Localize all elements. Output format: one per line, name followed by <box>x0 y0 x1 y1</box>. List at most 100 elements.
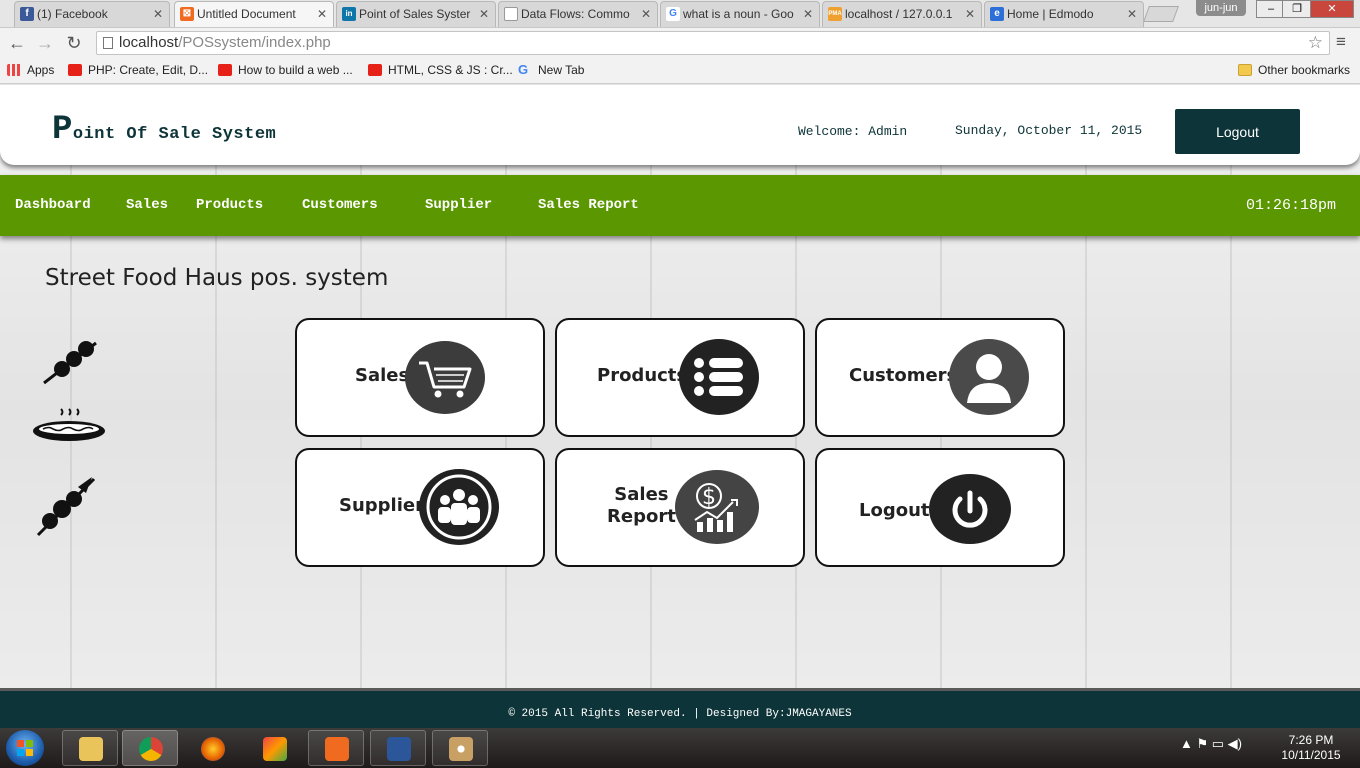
bookmark-label: HTML, CSS & JS : Cr... <box>388 63 513 77</box>
taskbar-word[interactable] <box>370 730 426 766</box>
power-icon <box>929 474 1011 544</box>
tile-products[interactable]: Products <box>555 318 805 437</box>
tile-label: Supplier <box>339 495 424 516</box>
logout-button[interactable]: Logout <box>1175 109 1300 154</box>
system-clock[interactable]: 7:26 PM 10/11/2015 <box>1276 733 1346 763</box>
bookmark-apps[interactable]: Apps <box>7 63 54 77</box>
word-icon <box>387 737 411 761</box>
user-icon <box>949 339 1029 415</box>
address-bar[interactable]: localhost/POSsystem/index.php ☆ <box>96 31 1330 55</box>
nav-supplier[interactable]: Supplier <box>425 197 492 213</box>
phpmyadmin-icon: PMA <box>828 7 842 21</box>
youtube-icon <box>218 64 232 76</box>
close-icon[interactable]: ✕ <box>965 2 975 26</box>
close-icon[interactable]: ✕ <box>479 2 489 26</box>
palette-icon <box>449 737 473 761</box>
xampp-icon <box>325 737 349 761</box>
bookmark-label: New Tab <box>538 63 585 77</box>
tab-phpmyadmin[interactable]: PMA localhost / 127.0.0.1 ✕ <box>822 1 982 27</box>
page-icon <box>504 7 518 21</box>
bookmark-new-tab[interactable]: G New Tab <box>518 63 584 77</box>
taskbar-firefox[interactable] <box>184 730 240 766</box>
nav-clock: 01:26:18pm <box>1246 197 1337 214</box>
bookmark-label: Other bookmarks <box>1258 63 1351 77</box>
tile-logout[interactable]: Logout <box>815 448 1065 567</box>
menu-icon[interactable]: ≡ <box>1336 32 1346 52</box>
maximize-button[interactable]: ❐ <box>1282 0 1312 18</box>
new-tab-button[interactable] <box>1143 6 1179 22</box>
url-path: /POSsystem/index.php <box>178 34 331 51</box>
close-icon[interactable]: ✕ <box>317 2 327 26</box>
profile-badge[interactable]: jun-jun <box>1196 0 1246 16</box>
back-arrow-icon[interactable]: ← <box>6 32 28 54</box>
tab-title: Point of Sales Syster <box>359 7 471 21</box>
tab-point-of-sales[interactable]: in Point of Sales Syster ✕ <box>336 1 496 27</box>
nav-sales-report[interactable]: Sales Report <box>538 197 639 213</box>
youtube-icon <box>368 64 382 76</box>
paint-icon <box>263 737 287 761</box>
tab-title: Home | Edmodo <box>1007 7 1094 21</box>
brand-logo[interactable]: Point Of Sale System <box>52 111 276 149</box>
nav-products[interactable]: Products <box>196 197 263 213</box>
start-button[interactable] <box>6 730 44 766</box>
tile-label: Products <box>597 365 688 386</box>
tab-title: what is a noun - Goo <box>683 7 794 21</box>
edmodo-icon: e <box>990 7 1004 21</box>
close-icon[interactable]: ✕ <box>641 2 651 26</box>
tab-title: Untitled Document <box>197 7 296 21</box>
tile-label: Logout <box>859 500 930 521</box>
tray-icons[interactable]: ▲ ⚑ ▭ ◀) <box>1180 736 1242 752</box>
tab-data-flows[interactable]: Data Flows: Commo ✕ <box>498 1 658 27</box>
nav-customers[interactable]: Customers <box>302 197 378 213</box>
bookmark-php-create[interactable]: PHP: Create, Edit, D... <box>68 63 208 77</box>
tile-customers[interactable]: Customers <box>815 318 1065 437</box>
xampp-icon: ⊠ <box>180 7 194 21</box>
list-icon <box>679 339 759 415</box>
tile-label-line: Report <box>607 506 676 527</box>
site-footer: © 2015 All Rights Reserved. | Designed B… <box>0 688 1360 728</box>
taskbar-paint-app[interactable] <box>246 730 302 766</box>
tab-untitled-document[interactable]: ⊠ Untitled Document ✕ <box>174 1 334 27</box>
nav-sales[interactable]: Sales <box>126 197 168 213</box>
bookmark-other[interactable]: Other bookmarks <box>1238 63 1350 77</box>
url-host: localhost <box>119 34 179 51</box>
tile-label: Customers <box>849 365 958 386</box>
tab-title: Data Flows: Commo <box>521 7 630 21</box>
taskbar-explorer[interactable] <box>62 730 118 766</box>
tab-google-search[interactable]: G what is a noun - Goo ✕ <box>660 1 820 27</box>
bookmark-star-icon[interactable]: ☆ <box>1308 32 1323 54</box>
current-date: Sunday, October 11, 2015 <box>955 123 1143 138</box>
close-icon[interactable]: ✕ <box>153 2 163 26</box>
window-close-button[interactable]: ✕ <box>1310 0 1354 18</box>
nav-dashboard[interactable]: Dashboard <box>15 197 91 213</box>
bookmark-build-web[interactable]: How to build a web ... <box>218 63 353 77</box>
bookmark-html-css-js[interactable]: HTML, CSS & JS : Cr... <box>368 63 513 77</box>
footer-copyright: © 2015 All Rights Reserved. | Designed B… <box>508 708 852 720</box>
reload-icon[interactable]: ↻ <box>63 32 85 54</box>
bookmark-label: Apps <box>27 63 55 77</box>
tile-sales[interactable]: Sales <box>295 318 545 437</box>
tile-label: Sales <box>355 365 410 386</box>
taskbar-paint[interactable] <box>432 730 488 766</box>
sales-chart-icon: $ <box>675 470 759 544</box>
google-icon: G <box>666 7 680 21</box>
google-icon: G <box>518 62 529 77</box>
forward-arrow-icon[interactable]: → <box>34 32 56 54</box>
close-icon[interactable]: ✕ <box>1127 2 1137 26</box>
browser-toolbar: ← → ↻ localhost/POSsystem/index.php ☆ ≡ <box>0 28 1360 58</box>
taskbar-xampp[interactable] <box>308 730 364 766</box>
tab-title: localhost / 127.0.0.1 <box>845 7 953 21</box>
tab-facebook[interactable]: f (1) Facebook ✕ <box>14 1 170 27</box>
hotdog-icon <box>33 408 105 441</box>
page-content: Point Of Sale System Welcome: Admin Sund… <box>0 85 1360 728</box>
firefox-icon <box>201 737 225 761</box>
tile-sales-report[interactable]: Sales Report $ <box>555 448 805 567</box>
chrome-icon <box>139 737 163 761</box>
tile-supplier[interactable]: Supplier <box>295 448 545 567</box>
brand-text: oint Of Sale System <box>72 125 277 144</box>
taskbar-chrome[interactable] <box>122 730 178 766</box>
brand-initial: P <box>52 111 73 149</box>
welcome-text: Welcome: Admin <box>798 124 908 139</box>
close-icon[interactable]: ✕ <box>803 2 813 26</box>
tab-edmodo[interactable]: e Home | Edmodo ✕ <box>984 1 1144 27</box>
